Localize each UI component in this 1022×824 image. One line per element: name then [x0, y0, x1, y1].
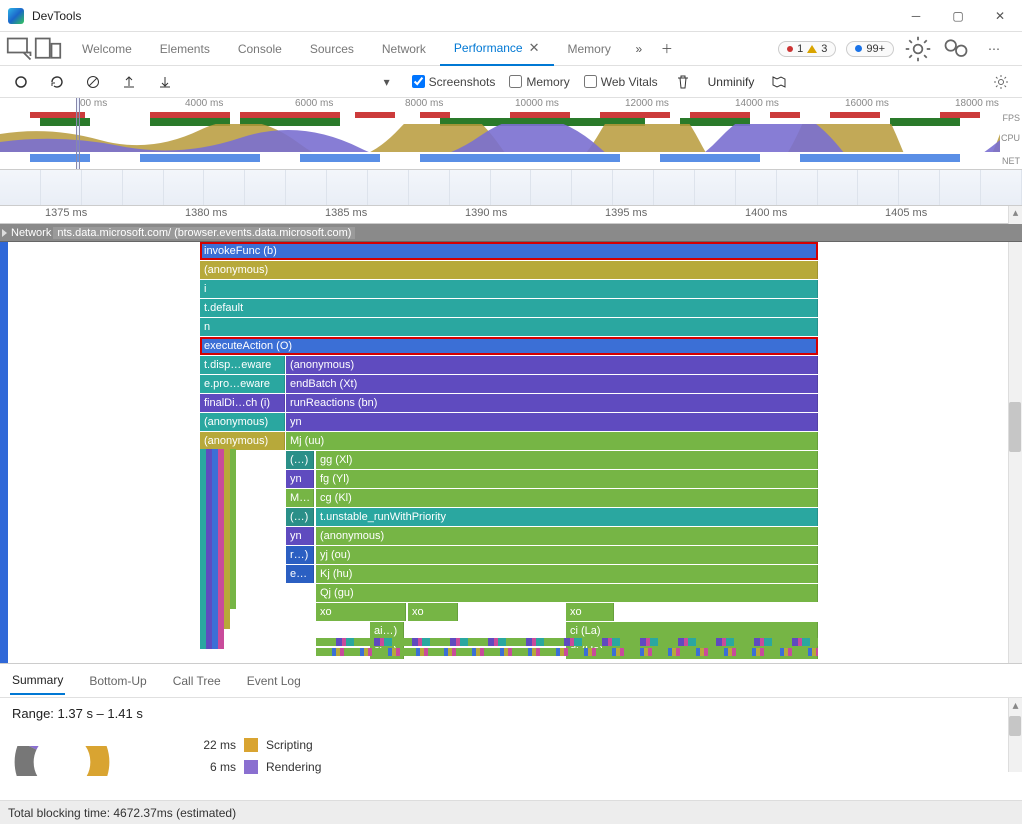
webvitals-checkbox[interactable]: Web Vitals [584, 75, 658, 89]
flame-entry[interactable]: t.default [200, 299, 818, 317]
more-tabs-icon[interactable]: » [625, 35, 653, 63]
flame-entry[interactable]: fg (Yl) [316, 470, 818, 488]
record-button[interactable] [10, 71, 32, 93]
tab-summary[interactable]: Summary [10, 667, 65, 695]
ruler-scroll-up[interactable]: ▴ [1008, 206, 1022, 224]
flame-entry[interactable]: invokeFunc (b) [200, 242, 818, 260]
details-tabbar: Summary Bottom-Up Call Tree Event Log [0, 664, 1022, 698]
performance-toolbar: ▾ Screenshots Memory Web Vitals Unminify [0, 66, 1022, 98]
tab-console[interactable]: Console [224, 32, 296, 66]
tab-bottomup[interactable]: Bottom-Up [87, 668, 148, 694]
main-track-gutter [0, 242, 8, 663]
summary-legend: 22 msScripting 6 msRendering [196, 734, 321, 778]
flame-entry[interactable]: (anonymous) [316, 527, 818, 545]
flame-entry[interactable]: M… [286, 489, 314, 507]
screenshots-checkbox[interactable]: Screenshots [412, 75, 496, 89]
tab-network[interactable]: Network [368, 32, 440, 66]
flame-entry[interactable]: executeAction (O) [200, 337, 818, 355]
flame-entry[interactable]: xo [566, 603, 614, 621]
flame-entry[interactable]: xo [408, 603, 458, 621]
flame-entry[interactable]: t.disp…eware [200, 356, 285, 374]
unminify-button[interactable]: Unminify [708, 75, 755, 89]
titlebar: DevTools ─ ▢ ✕ [0, 0, 1022, 32]
tab-welcome[interactable]: Welcome [68, 32, 146, 66]
close-icon[interactable]: ✕ [529, 40, 540, 56]
download-button[interactable] [154, 71, 176, 93]
memory-checkbox[interactable]: Memory [509, 75, 569, 89]
minimize-button[interactable]: ─ [902, 2, 930, 30]
summary-scrollbar[interactable]: ▴ [1008, 698, 1022, 772]
network-track-header[interactable]: Network nts.data.microsoft.com/ (browser… [0, 224, 1022, 242]
issues-badge[interactable]: 13 [778, 41, 836, 57]
flame-entry[interactable]: Qj (gu) [316, 584, 818, 602]
tab-memory[interactable]: Memory [554, 32, 625, 66]
menu-icon[interactable]: ⋯ [980, 35, 1008, 63]
cpu-label: CPU [1001, 133, 1020, 143]
fps-label: FPS [1002, 113, 1020, 123]
blocking-time-text: Total blocking time: 4672.37ms (estimate… [8, 806, 236, 820]
summary-donut [12, 746, 112, 776]
network-entry[interactable]: nts.data.microsoft.com/ (browser.events.… [53, 227, 355, 239]
flame-entry[interactable]: Kj (hu) [316, 565, 818, 583]
flame-entry[interactable]: (anonymous) [200, 413, 285, 431]
feedback-icon[interactable] [942, 35, 970, 63]
flame-entry[interactable]: (anonymous) [200, 261, 818, 279]
flame-entry[interactable]: runReactions (bn) [286, 394, 818, 412]
flame-scrollbar[interactable] [1008, 242, 1022, 663]
window-title: DevTools [32, 9, 902, 23]
add-tab-icon[interactable]: ＋ [653, 35, 681, 63]
close-button[interactable]: ✕ [986, 2, 1014, 30]
overview-timeline[interactable]: 00 ms 4000 ms 6000 ms 8000 ms 10000 ms 1… [0, 98, 1022, 170]
net-label: NET [1002, 156, 1020, 166]
flame-entry[interactable]: i [200, 280, 818, 298]
tab-sources[interactable]: Sources [296, 32, 368, 66]
flame-entry[interactable]: yn [286, 527, 314, 545]
messages-badge[interactable]: 99+ [846, 41, 894, 57]
flame-entry[interactable]: e.pro…eware [200, 375, 285, 393]
map-icon[interactable] [768, 71, 790, 93]
tab-eventlog[interactable]: Event Log [245, 668, 303, 694]
device-icon[interactable] [34, 35, 62, 63]
tab-performance[interactable]: Performance✕ [440, 32, 554, 66]
flame-entry[interactable]: r…) [286, 546, 314, 564]
flame-entry[interactable]: (anonymous) [286, 356, 818, 374]
upload-button[interactable] [118, 71, 140, 93]
flame-entry[interactable]: (…) [286, 508, 314, 526]
flame-chart[interactable]: invokeFunc (b)(anonymous)it.defaultnexec… [0, 242, 1022, 664]
reload-record-button[interactable] [46, 71, 68, 93]
flame-entry[interactable]: yn [286, 470, 314, 488]
tab-elements[interactable]: Elements [146, 32, 224, 66]
flame-entry[interactable]: e… [286, 565, 314, 583]
delete-button[interactable] [672, 71, 694, 93]
network-label: Network [11, 227, 51, 239]
detail-ruler[interactable]: 1375 ms 1380 ms 1385 ms 1390 ms 1395 ms … [0, 206, 1022, 224]
main-tabbar: Welcome Elements Console Sources Network… [0, 32, 1022, 66]
inspect-icon[interactable] [6, 35, 34, 63]
settings-icon[interactable] [904, 35, 932, 63]
flame-entry[interactable]: yn [286, 413, 818, 431]
flame-entry[interactable]: finalDi…ch (i) [200, 394, 285, 412]
flame-entry[interactable]: cg (Kl) [316, 489, 818, 507]
screenshot-strip[interactable] [0, 170, 1022, 206]
flame-entry[interactable]: t.unstable_runWithPriority [316, 508, 818, 526]
flame-entry[interactable]: Mj (uu) [286, 432, 818, 450]
flame-entry[interactable]: (anonymous) [200, 432, 285, 450]
maximize-button[interactable]: ▢ [944, 2, 972, 30]
flame-entry[interactable]: gg (Xl) [316, 451, 818, 469]
summary-panel: Range: 1.37 s – 1.41 s 22 msScripting 6 … [0, 698, 1022, 772]
clear-button[interactable] [82, 71, 104, 93]
history-dropdown[interactable]: ▾ [376, 71, 398, 93]
tab-calltree[interactable]: Call Tree [171, 668, 223, 694]
flame-entry[interactable]: (…) [286, 451, 314, 469]
status-bar: Total blocking time: 4672.37ms (estimate… [0, 800, 1022, 824]
devtools-icon [8, 8, 24, 24]
flame-entry[interactable]: n [200, 318, 818, 336]
range-text: Range: 1.37 s – 1.41 s [12, 706, 1010, 721]
flame-entry[interactable]: yj (ou) [316, 546, 818, 564]
flame-entry[interactable]: xo [316, 603, 406, 621]
capture-settings-icon[interactable] [990, 71, 1012, 93]
expand-icon[interactable] [2, 229, 7, 237]
flame-entry[interactable]: endBatch (Xt) [286, 375, 818, 393]
